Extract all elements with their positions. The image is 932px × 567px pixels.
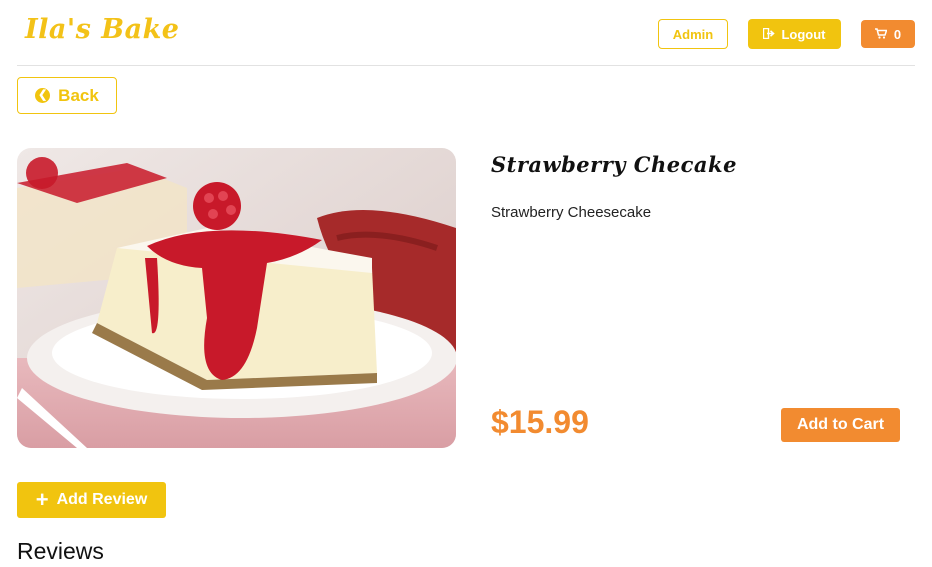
back-button-label: Back xyxy=(58,85,99,105)
shopping-cart-icon xyxy=(874,27,888,42)
sign-out-icon xyxy=(763,27,776,42)
product-title: Strawberry Checake xyxy=(491,152,737,177)
logout-button[interactable]: Logout xyxy=(748,19,841,49)
cart-count: 0 xyxy=(893,26,902,42)
arrow-circle-left-icon: ❮ xyxy=(35,88,51,103)
admin-button-label: Admin xyxy=(672,26,714,42)
admin-button[interactable]: Admin xyxy=(658,19,728,49)
brand-logo[interactable]: Ila's Bake xyxy=(25,14,179,45)
add-review-label: Add Review xyxy=(56,491,148,508)
plus-icon: + xyxy=(35,487,49,512)
product-price: $15.99 xyxy=(491,404,589,440)
product-description: Strawberry Cheesecake xyxy=(491,204,652,221)
navbar: Ila's Bake Admin Logout 0 xyxy=(17,0,915,66)
logout-button-label: Logout xyxy=(781,26,826,42)
add-to-cart-label: Add to Cart xyxy=(796,416,885,433)
product-image xyxy=(17,148,456,448)
add-to-cart-button[interactable]: Add to Cart xyxy=(781,408,900,442)
reviews-heading: Reviews xyxy=(17,538,104,564)
cart-button[interactable]: 0 xyxy=(861,20,915,48)
back-button[interactable]: ❮ Back xyxy=(17,77,117,114)
add-review-button[interactable]: + Add Review xyxy=(17,482,166,518)
